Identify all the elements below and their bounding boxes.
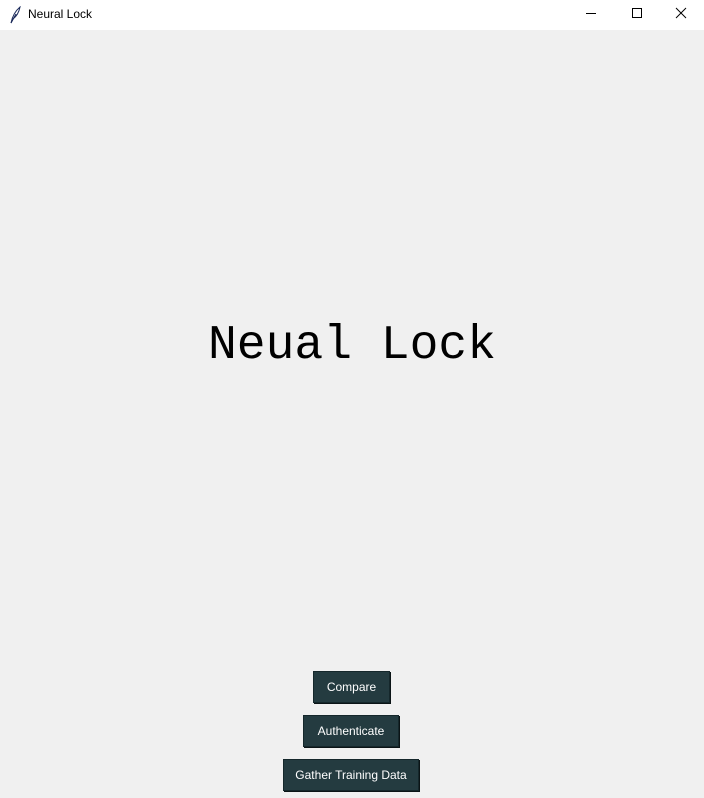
maximize-button[interactable] <box>614 0 660 30</box>
authenticate-button[interactable]: Authenticate <box>303 715 399 747</box>
app-window: Neural Lock Neual Lock Compare Authentic… <box>0 0 704 798</box>
minimize-icon <box>585 6 597 24</box>
window-title: Neural Lock <box>28 7 93 21</box>
app-heading: Neual Lock <box>207 319 497 373</box>
minimize-button[interactable] <box>568 0 614 30</box>
maximize-icon <box>631 6 643 24</box>
feather-icon <box>8 5 22 24</box>
gather-training-data-button[interactable]: Gather Training Data <box>283 759 419 791</box>
title-bar[interactable]: Neural Lock <box>0 0 704 30</box>
close-icon <box>675 6 687 24</box>
client-area: Neual Lock Compare Authenticate Gather T… <box>0 30 704 798</box>
close-button[interactable] <box>658 0 704 30</box>
compare-button[interactable]: Compare <box>313 671 390 703</box>
